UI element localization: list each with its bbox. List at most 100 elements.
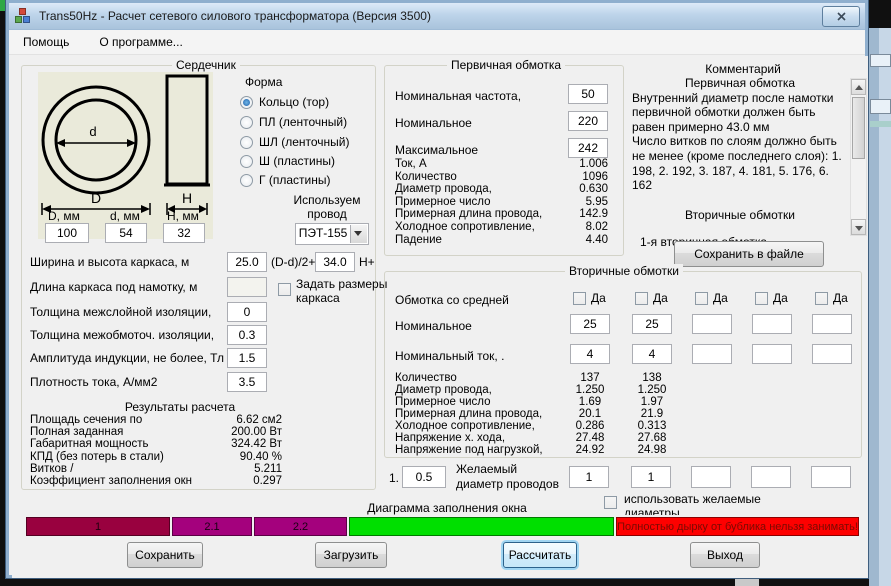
result-value: 4.40 <box>586 234 608 247</box>
exit-button[interactable]: Выход <box>690 542 760 568</box>
radio-icon <box>240 96 253 109</box>
app-icon <box>15 8 31 24</box>
scroll-up-button[interactable] <box>851 79 866 95</box>
segment-label: 1 <box>95 521 101 533</box>
app-window: Trans50Hz - Расчет сетевого силового тра… <box>6 0 868 578</box>
secondary-nominal-label: Номинальное <box>395 319 472 333</box>
middle-tap-checkbox-5[interactable]: Да <box>815 291 848 305</box>
frame-height-input[interactable]: 34.0 <box>315 252 355 272</box>
secondary-current-input[interactable]: 4 <box>632 344 672 364</box>
comment-scrollbar[interactable] <box>850 78 867 236</box>
result-value: 324.42 Вт <box>231 438 282 450</box>
middle-tap-checkbox-4[interactable]: Да <box>755 291 788 305</box>
result-label: Холодное сопротивление, <box>395 420 535 432</box>
desired-diameter-input[interactable]: 1 <box>631 466 671 488</box>
result-value: 21.9 <box>612 408 692 420</box>
desired-diameter-input[interactable] <box>691 466 731 488</box>
desired-index-input[interactable]: 0.5 <box>402 466 446 488</box>
save-button[interactable]: Сохранить <box>127 542 203 568</box>
middle-tap-checkbox-3[interactable]: Да <box>695 291 728 305</box>
secondary-current-input[interactable] <box>692 344 732 364</box>
secondary-current-input[interactable] <box>752 344 792 364</box>
primary-nominal-input[interactable]: 220 <box>568 111 608 131</box>
close-button[interactable] <box>822 6 860 27</box>
desired-diameter-input[interactable] <box>811 466 851 488</box>
secondary-nominal-input[interactable]: 25 <box>570 314 610 334</box>
core-group-title: Сердечник <box>172 58 240 72</box>
secondary-nominal-input[interactable] <box>812 314 852 334</box>
result-value: 200.00 Вт <box>231 426 282 438</box>
primary-maximum-input[interactable]: 242 <box>568 138 608 158</box>
menu-help[interactable]: Помощь <box>23 35 69 49</box>
result-label: Падение <box>395 234 442 247</box>
frame-length-label: Длина каркаса под намотку, м <box>30 280 197 294</box>
radio-icon <box>240 174 253 187</box>
radio-shape-g[interactable]: Г (пластины) <box>240 173 330 187</box>
secondary-nominal-input[interactable] <box>692 314 732 334</box>
desired-diameter-input[interactable] <box>751 466 791 488</box>
secondary-nominal-input[interactable] <box>752 314 792 334</box>
radio-shape-pl[interactable]: ПЛ (ленточный) <box>240 115 347 129</box>
comment-paragraph: Внутренний диаметр после намотки первичн… <box>632 91 848 135</box>
dim-d-input[interactable]: 54 <box>105 223 147 243</box>
save-to-file-button[interactable]: Сохранить в файле <box>674 241 824 267</box>
result-label: Диаметр провода, <box>395 384 492 396</box>
result-label: Габаритная мощность <box>30 438 148 450</box>
title-bar[interactable]: Trans50Hz - Расчет сетевого силового тра… <box>9 3 865 30</box>
result-value: 5.95 <box>586 196 608 209</box>
calculate-button[interactable]: Рассчитать <box>503 542 577 568</box>
frame-length-input[interactable] <box>227 277 267 297</box>
radio-shape-shl[interactable]: ШЛ (ленточный) <box>240 135 349 149</box>
checkbox-icon <box>755 292 768 305</box>
result-row: Холодное сопротивление,8.02 <box>395 221 608 234</box>
exit-button-label: Выход <box>707 548 743 562</box>
secondary-current-input[interactable]: 4 <box>570 344 610 364</box>
background-fragment <box>735 578 759 586</box>
checkbox-label: Да <box>591 291 606 305</box>
set-frame-size-checkbox[interactable] <box>278 283 291 296</box>
wire-select[interactable]: ПЭТ-155 <box>295 223 369 245</box>
secondary-current-input[interactable] <box>812 344 852 364</box>
close-icon <box>837 12 846 21</box>
fill-bar-segment-1: 1 <box>26 517 170 536</box>
comment-paragraph: Число витков по слоям должно быть не мен… <box>632 134 848 192</box>
result-value: 138 <box>612 372 692 384</box>
result-label: Витков / <box>30 463 73 475</box>
result-row: Полная заданная200.00 Вт <box>30 426 282 438</box>
scroll-down-button[interactable] <box>851 219 866 235</box>
param-input[interactable]: 0.3 <box>227 325 267 345</box>
save-button-label: Сохранить <box>135 548 195 562</box>
radio-label: ПЛ (ленточный) <box>259 115 347 129</box>
radio-label: ШЛ (ленточный) <box>259 135 349 149</box>
scroll-thumb[interactable] <box>852 97 865 159</box>
desired-diameter-label-line1: Желаемый <box>456 462 517 476</box>
core-results-title: Результаты расчета <box>30 400 330 414</box>
dim-H-input[interactable]: 32 <box>163 223 205 243</box>
result-value: 0.297 <box>253 475 282 487</box>
load-button[interactable]: Загрузить <box>315 542 387 568</box>
desired-diameter-input[interactable]: 1 <box>569 466 609 488</box>
checkbox-icon <box>695 292 708 305</box>
menu-about[interactable]: О программе... <box>99 35 182 49</box>
dim-D-input[interactable]: 100 <box>45 223 89 243</box>
result-label: Коэффициент заполнения окн <box>30 475 192 487</box>
radio-shape-sh[interactable]: Ш (пластины) <box>240 154 335 168</box>
comment-text: Первичная обмотка Внутренний диаметр пос… <box>632 76 848 250</box>
checkbox-icon <box>573 292 586 305</box>
radio-shape-ring[interactable]: Кольцо (тор) <box>240 95 329 109</box>
primary-frequency-input[interactable]: 50 <box>568 84 608 104</box>
param-input[interactable]: 0 <box>227 302 267 322</box>
secondary-nominal-input[interactable]: 25 <box>632 314 672 334</box>
middle-tap-checkbox-1[interactable]: Да <box>573 291 606 305</box>
result-label: Напряжение х. хода, <box>395 432 505 444</box>
middle-tap-checkbox-2[interactable]: Да <box>635 291 668 305</box>
result-label: КПД (без потерь в стали) <box>30 451 164 463</box>
param-input[interactable]: 3.5 <box>227 372 267 392</box>
checkbox-label: Да <box>653 291 668 305</box>
wire-select-dropdown-button[interactable] <box>350 225 367 243</box>
secondary-current-label: Номинальный ток, . <box>395 349 504 363</box>
fill-bar-segment-warning: Полностью дырку от бублика нельзя занима… <box>616 517 859 536</box>
checkbox-icon <box>635 292 648 305</box>
frame-width-input[interactable]: 25.0 <box>227 252 267 272</box>
param-input[interactable]: 1.5 <box>227 348 267 368</box>
